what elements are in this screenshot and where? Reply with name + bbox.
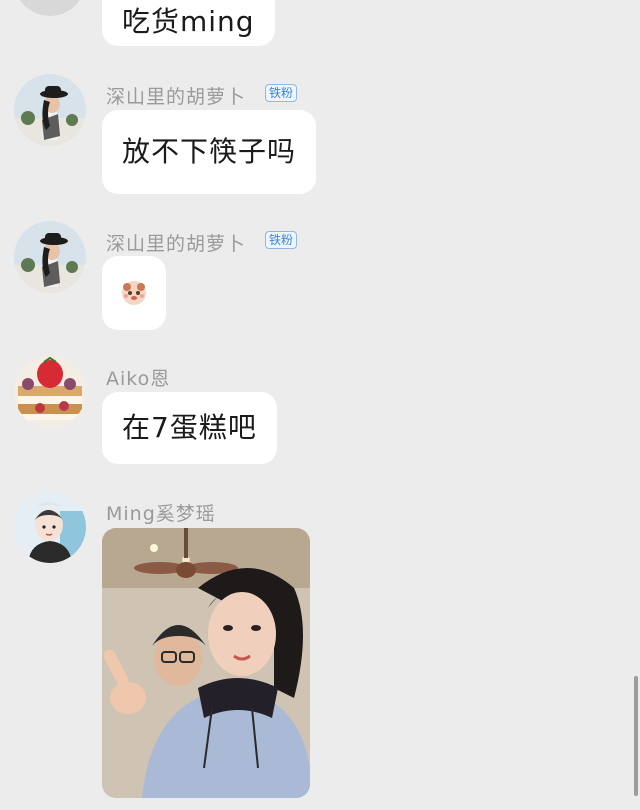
fan-badge: 铁粉 [265,231,298,249]
cartoon-girl-avatar-icon [14,491,86,563]
sender-name: 深山里的胡萝卜 [106,86,247,108]
avatar[interactable] [14,74,86,146]
avatar[interactable] [14,0,86,16]
avatar[interactable] [14,491,86,563]
fan-badge: 铁粉 [265,84,298,102]
sender-name: Ming奚梦瑶 [106,503,216,525]
sticker-bubble[interactable] [102,256,166,330]
scrollbar[interactable] [634,676,638,796]
cute-face-emoji-icon [122,281,146,305]
photo-message[interactable] [102,528,310,798]
girl-hat-avatar-icon [14,74,86,146]
message-text: 在7蛋糕吧 [122,411,257,444]
strawberry-cake-avatar-icon [14,356,86,428]
message-bubble[interactable]: 吃货ming [102,0,275,46]
message-text: 放不下筷子吗 [122,135,297,168]
message-bubble[interactable]: 放不下筷子吗 [102,110,317,194]
avatar[interactable] [14,221,86,293]
selfie-photo-icon [102,528,310,798]
sender-name: 深山里的胡萝卜 [106,233,247,255]
avatar[interactable] [14,356,86,428]
message-bubble[interactable]: 在7蛋糕吧 [102,392,277,464]
girl-hat-avatar-icon [14,221,86,293]
message-text: 吃货ming [122,5,255,38]
sender-name: Aiko恩 [106,368,171,390]
